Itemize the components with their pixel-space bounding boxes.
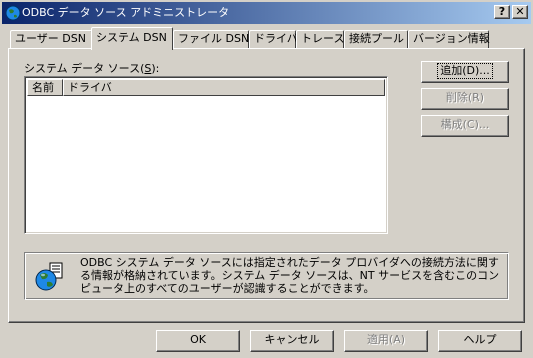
help-button[interactable]: ヘルプ	[438, 330, 522, 352]
system-dsn-list[interactable]: 名前 ドライバ	[24, 76, 388, 234]
window-title: ODBC データ ソース アドミニストレータ	[22, 6, 230, 19]
ok-button[interactable]: OK	[156, 330, 240, 352]
tab-tracing[interactable]: トレース	[296, 30, 344, 48]
list-header: 名前 ドライバ	[27, 79, 385, 96]
datasource-globe-icon	[35, 262, 63, 291]
tab-strip: ユーザー DSN システム DSN ファイル DSN ドライバ トレース 接続プ…	[8, 27, 528, 50]
system-data-source-label: システム データ ソース(S):	[24, 60, 159, 76]
configure-button[interactable]: 構成(C)...	[421, 115, 509, 137]
add-button-label: 追加(D)...	[437, 63, 493, 79]
tab-connection-pooling[interactable]: 接続プール	[344, 30, 408, 48]
apply-button[interactable]: 適用(A)	[344, 330, 428, 352]
help-title-button[interactable]: ?	[494, 5, 510, 19]
add-button[interactable]: 追加(D)...	[421, 61, 509, 83]
title-bar[interactable]: ODBC データ ソース アドミニストレータ ? ✕	[2, 2, 531, 24]
cancel-button[interactable]: キャンセル	[250, 330, 334, 352]
tab-about[interactable]: バージョン情報	[408, 30, 490, 48]
remove-button[interactable]: 削除(R)	[421, 88, 509, 110]
column-header-driver[interactable]: ドライバ	[63, 79, 385, 96]
column-header-name[interactable]: 名前	[27, 79, 63, 96]
section-label-suffix: ):	[151, 62, 160, 75]
close-button[interactable]: ✕	[512, 5, 528, 19]
tab-drivers[interactable]: ドライバ	[249, 30, 298, 48]
tab-system-dsn[interactable]: システム DSN	[91, 27, 173, 50]
tab-file-dsn[interactable]: ファイル DSN	[173, 30, 249, 48]
tab-user-dsn[interactable]: ユーザー DSN	[10, 30, 92, 48]
section-label-prefix: システム データ ソース(	[24, 62, 145, 75]
info-description: ODBC システム データ ソースには指定されたデータ プロバイダへの接続方法に…	[80, 256, 500, 295]
odbc-globe-icon	[5, 5, 21, 21]
odbc-admin-window: ODBC データ ソース アドミニストレータ ? ✕ ユーザー DSN システム…	[0, 0, 533, 358]
